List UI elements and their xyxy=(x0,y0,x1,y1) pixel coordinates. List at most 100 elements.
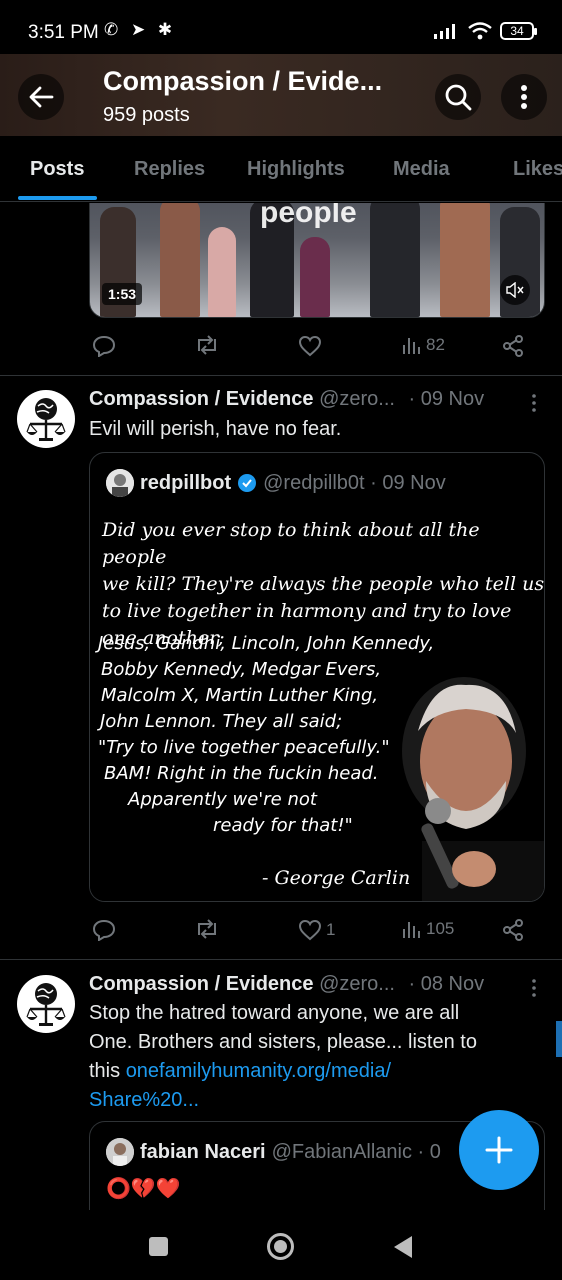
reply-button[interactable] xyxy=(92,919,116,941)
repost-button[interactable] xyxy=(194,335,220,355)
tab-posts[interactable]: Posts xyxy=(30,158,84,181)
avatar[interactable] xyxy=(17,390,75,448)
tweet-line: this onefamilyhumanity.org/media/ xyxy=(89,1057,539,1086)
globe-scales-logo-icon xyxy=(26,983,66,1026)
like-button[interactable]: 1 xyxy=(298,919,335,941)
compose-button[interactable] xyxy=(459,1110,539,1190)
verified-badge-icon xyxy=(238,474,257,492)
quote-avatar xyxy=(106,1138,134,1166)
more-vertical-icon xyxy=(521,85,527,109)
meme-line: we kill? They're always the people who t… xyxy=(102,573,545,595)
tab-media[interactable]: Media xyxy=(393,158,450,181)
quote-avatar xyxy=(106,469,134,497)
tweet-header: Compassion / Evidence @zero... · 08 Nov xyxy=(89,973,484,996)
tab-highlights[interactable]: Highlights xyxy=(247,158,345,181)
tab-replies[interactable]: Replies xyxy=(134,158,205,181)
plus-icon xyxy=(485,1136,513,1164)
tweet-more-button[interactable] xyxy=(524,976,544,1000)
back-button[interactable] xyxy=(18,74,64,120)
home-dot-icon xyxy=(274,1240,287,1253)
share-button[interactable] xyxy=(502,335,524,357)
meme-line: Did you ever stop to think about all the… xyxy=(102,519,480,568)
tweet-line: Stop the hatred toward anyone, we are al… xyxy=(89,1002,460,1024)
scroll-indicator[interactable] xyxy=(556,1021,562,1057)
bot-avatar-icon xyxy=(106,469,134,497)
profile-tabs: Posts Replies Highlights Media Likes xyxy=(0,136,562,202)
person-avatar-icon xyxy=(106,1138,134,1166)
views-button[interactable]: 105 xyxy=(402,919,454,939)
tweet-date: · 08 Nov xyxy=(408,973,485,995)
author-handle[interactable]: @zero... xyxy=(319,388,395,410)
repost-icon xyxy=(198,919,216,939)
tweet-link[interactable]: Share%20... xyxy=(89,1086,539,1115)
volume-muted-icon xyxy=(506,282,524,298)
video-figure xyxy=(208,227,236,317)
profile-title: Compassion / Evide... xyxy=(103,66,383,96)
quote-author-handle: @redpillb0t · 09 Nov xyxy=(263,471,446,494)
tweet-actions: 1 105 xyxy=(90,919,530,949)
reply-icon xyxy=(92,335,116,357)
tweet-date: · 09 Nov xyxy=(408,388,485,410)
more-options-button[interactable] xyxy=(501,74,547,120)
arrow-left-icon xyxy=(29,86,54,108)
video-figure xyxy=(440,203,490,317)
tweet-link[interactable]: onefamilyhumanity.org/media/ xyxy=(126,1060,391,1082)
heart-icon xyxy=(298,919,322,941)
wifi-icon xyxy=(468,22,492,40)
repost-button[interactable] xyxy=(194,919,220,939)
author-handle[interactable]: @zero... xyxy=(319,973,395,995)
battery-icon: 34 xyxy=(500,22,537,40)
heart-icon xyxy=(298,335,322,357)
video-figure xyxy=(300,237,330,317)
like-count: 1 xyxy=(326,920,336,939)
video-player[interactable]: people 1:53 xyxy=(89,203,545,318)
author-name[interactable]: Compassion / Evidence xyxy=(89,388,314,410)
search-button[interactable] xyxy=(435,74,481,120)
quote-image[interactable]: Did you ever stop to think about all the… xyxy=(90,511,545,901)
active-tab-indicator xyxy=(18,196,97,200)
tweet-actions: 82 xyxy=(90,335,530,365)
meme-line: Jesus, Gandhi, Lincoln, John Kennedy, xyxy=(98,633,435,654)
views-icon xyxy=(403,922,420,938)
reply-icon xyxy=(92,919,116,941)
quote-header: redpillbot @redpillb0t · 09 Nov xyxy=(106,469,446,497)
video-figure xyxy=(160,203,200,317)
globe-scales-logo-icon xyxy=(26,398,66,441)
avatar[interactable] xyxy=(17,975,75,1033)
profile-header: Compassion / Evide... 959 posts xyxy=(0,54,562,136)
video-duration: 1:53 xyxy=(102,283,143,305)
system-nav-bar xyxy=(0,1210,562,1280)
author-name[interactable]: Compassion / Evidence xyxy=(89,973,314,995)
home-button[interactable] xyxy=(267,1233,294,1260)
divider xyxy=(0,959,562,960)
quote-author-name: fabian Naceri xyxy=(140,1140,266,1163)
tweet-header: Compassion / Evidence @zero... · 09 Nov xyxy=(89,388,484,411)
tweet-line-prefix: this xyxy=(89,1060,126,1082)
quote-author-name: redpillbot xyxy=(140,471,232,494)
share-icon xyxy=(503,335,523,357)
quote-text: ⭕💔❤️ xyxy=(106,1178,181,1200)
like-button[interactable] xyxy=(298,335,322,357)
notification-icons: ✆ ➤ ✱ xyxy=(104,20,177,39)
back-nav-button[interactable] xyxy=(393,1235,413,1259)
status-bar: 3:51 PM ✆ ➤ ✱ 34 xyxy=(0,0,562,58)
share-icon xyxy=(503,919,523,941)
search-icon xyxy=(445,84,472,111)
tweet-more-button[interactable] xyxy=(524,391,544,415)
mute-button[interactable] xyxy=(500,275,530,305)
views-button[interactable]: 82 xyxy=(402,335,445,355)
recents-button[interactable] xyxy=(149,1237,168,1256)
tab-likes[interactable]: Likes xyxy=(513,158,562,181)
views-icon xyxy=(403,338,420,354)
timeline: people 1:53 82 Compassion / Evidence @ze… xyxy=(0,203,562,1210)
repost-icon xyxy=(198,335,216,355)
view-count: 82 xyxy=(426,335,445,354)
quoted-tweet[interactable]: redpillbot @redpillb0t · 09 Nov Did you … xyxy=(89,452,545,902)
share-button[interactable] xyxy=(502,919,524,941)
reply-button[interactable] xyxy=(92,335,116,357)
comedian-portrait xyxy=(402,677,544,901)
status-time: 3:51 PM xyxy=(28,22,99,43)
video-figure xyxy=(370,203,420,317)
tweet-text: Stop the hatred toward anyone, we are al… xyxy=(89,999,539,1115)
tweet-text: Evil will perish, have no fear. xyxy=(89,418,342,440)
